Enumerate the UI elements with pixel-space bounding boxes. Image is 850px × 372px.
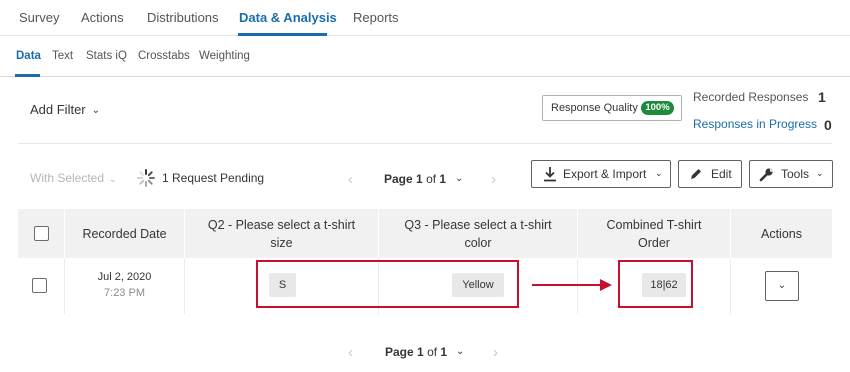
tools-label: Tools — [781, 167, 810, 181]
header-actions: Actions — [731, 209, 833, 258]
select-all-checkbox[interactable] — [34, 226, 49, 241]
page-indicator[interactable]: Page 1 of 1 — [384, 172, 446, 186]
response-quality-badge: 100% — [641, 101, 674, 115]
active-subtab-indicator — [15, 74, 40, 77]
chevron-down-icon: ⌄ — [777, 280, 787, 291]
table-header: Recorded Date Q2 - Please select a t-shi… — [18, 209, 833, 258]
tab-survey[interactable]: Survey — [19, 10, 59, 25]
export-import-label: Export & Import — [563, 167, 647, 181]
edit-label: Edit — [711, 167, 732, 181]
with-selected-label: With Selected — [30, 171, 105, 185]
tab-distributions[interactable]: Distributions — [147, 10, 219, 25]
source-values-highlight — [256, 260, 519, 308]
next-page-icon[interactable]: › — [491, 171, 496, 188]
row-checkbox[interactable] — [32, 278, 47, 293]
tools-button[interactable]: Tools ⌄ — [749, 160, 833, 188]
edit-button[interactable]: Edit — [678, 160, 742, 188]
chevron-down-icon[interactable]: ⌄ — [456, 346, 464, 357]
page-word: Page — [384, 172, 413, 186]
tab-actions[interactable]: Actions — [81, 10, 124, 25]
tab-data-analysis[interactable]: Data & Analysis — [239, 10, 337, 25]
page-current: 1 — [417, 345, 424, 359]
prev-page-icon[interactable]: ‹ — [348, 344, 353, 361]
subtab-data[interactable]: Data — [16, 50, 41, 62]
wrench-icon — [759, 168, 773, 182]
chevron-down-icon: ⌄ — [816, 168, 824, 178]
sub-tab-bar: Data Text Stats iQ Crosstabs Weighting — [0, 36, 850, 77]
page-current: 1 — [416, 172, 423, 186]
page-word: Page — [385, 345, 414, 359]
chevron-down-icon: ⌄ — [109, 174, 117, 184]
page-of: of — [426, 172, 437, 186]
recorded-responses-label: Recorded Responses — [693, 90, 809, 104]
download-icon — [544, 167, 556, 182]
page-total: 1 — [440, 345, 448, 359]
recorded-time: 7:23 PM — [104, 287, 145, 299]
recorded-responses-count: 1 — [818, 89, 826, 105]
subtab-weighting[interactable]: Weighting — [199, 50, 250, 62]
export-import-button[interactable]: Export & Import ⌄ — [531, 160, 671, 188]
page-of: of — [427, 345, 438, 359]
page-indicator[interactable]: Page 1 of 1 — [385, 345, 447, 359]
prev-page-icon[interactable]: ‹ — [348, 171, 353, 188]
chevron-down-icon[interactable]: ⌄ — [455, 173, 463, 184]
header-q2[interactable]: Q2 - Please select a t-shirt size — [185, 209, 379, 258]
next-page-icon[interactable]: › — [493, 344, 498, 361]
subtab-crosstabs[interactable]: Crosstabs — [138, 50, 190, 62]
chevron-down-icon: ⌄ — [91, 105, 101, 116]
header-select-cell — [18, 209, 65, 258]
add-filter-label: Add Filter — [30, 102, 86, 117]
subtab-stats-iq[interactable]: Stats iQ — [86, 50, 127, 62]
pagination-bottom: ‹ Page 1 of 1 ⌄ › — [348, 344, 508, 362]
chevron-down-icon: ⌄ — [655, 168, 663, 178]
recorded-date: Jul 2, 2020 — [97, 271, 152, 283]
responses-in-progress-count: 0 — [824, 117, 832, 133]
header-actions-label: Actions — [761, 226, 802, 241]
recorded-date-cell: Jul 2, 2020 7:23 PM — [65, 258, 185, 314]
row-actions-dropdown[interactable]: ⌄ — [765, 271, 799, 301]
responses-in-progress-link[interactable]: Responses in Progress — [693, 117, 817, 131]
actions-cell: ⌄ — [731, 258, 833, 314]
divider — [18, 143, 832, 144]
header-combined[interactable]: Combined T-shirt Order — [578, 209, 731, 258]
add-filter-button[interactable]: Add Filter ⌄ — [30, 102, 100, 117]
pencil-icon — [691, 169, 701, 179]
page-total: 1 — [439, 172, 447, 186]
top-tab-bar: Survey Actions Distributions Data & Anal… — [0, 0, 850, 36]
tab-reports[interactable]: Reports — [353, 10, 399, 25]
arrow-right-icon — [532, 279, 612, 291]
response-quality-button[interactable]: Response Quality 100% — [542, 95, 682, 121]
header-combined-label: Combined T-shirt Order — [606, 217, 702, 250]
header-q3-label: Q3 - Please select a t-shirt color — [404, 217, 552, 250]
subtab-text[interactable]: Text — [52, 50, 73, 62]
combined-value-highlight — [618, 260, 693, 308]
header-q3[interactable]: Q3 - Please select a t-shirt color — [379, 209, 578, 258]
header-recorded-date-label: Recorded Date — [82, 226, 167, 241]
request-pending-status: 1 Request Pending — [162, 171, 265, 185]
with-selected-dropdown[interactable]: With Selected ⌄ — [30, 171, 117, 185]
response-quality-label: Response Quality — [551, 102, 638, 114]
row-select-cell — [18, 258, 65, 314]
loading-spinner-icon — [137, 169, 155, 187]
header-q2-label: Q2 - Please select a t-shirt size — [207, 217, 356, 250]
pagination-top: ‹ Page 1 of 1 ⌄ › — [348, 171, 508, 189]
header-recorded-date[interactable]: Recorded Date — [65, 209, 185, 258]
